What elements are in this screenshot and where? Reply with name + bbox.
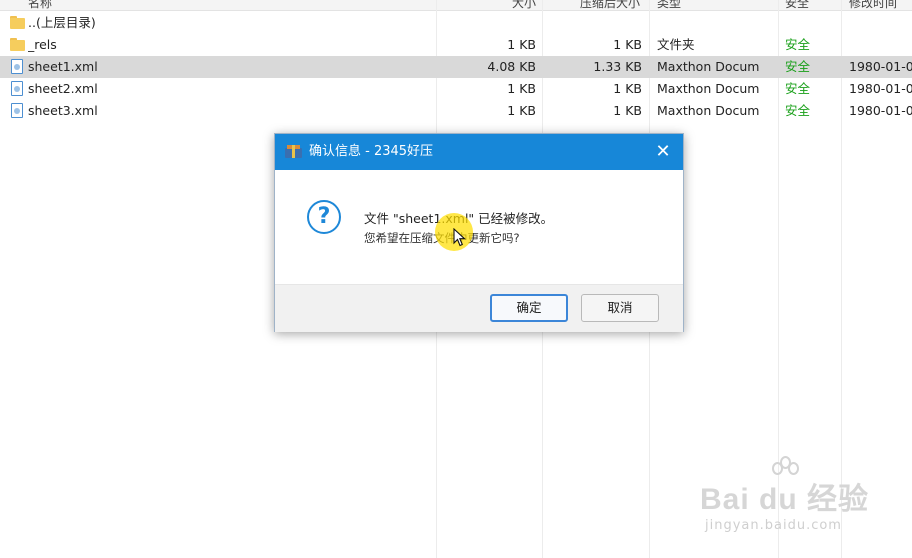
baidu-jingyan-watermark: Bai du 经验 jingyan.baidu.com xyxy=(700,452,870,544)
file-compressed-size: 1 KB xyxy=(613,81,642,96)
file-type: Maxthon Docum xyxy=(657,81,760,96)
ok-button[interactable]: 确定 xyxy=(490,294,568,322)
file-name: sheet2.xml xyxy=(28,81,98,96)
file-security: 安全 xyxy=(785,59,811,74)
column-header-size[interactable]: 大小 xyxy=(512,0,536,10)
file-name: sheet3.xml xyxy=(28,103,98,118)
file-type: 文件夹 xyxy=(657,37,695,52)
xml-file-icon xyxy=(11,81,23,96)
column-header-name[interactable]: 名称 xyxy=(28,0,52,10)
file-name: sheet1.xml xyxy=(28,59,98,74)
file-name: ..(上层目录) xyxy=(28,15,96,30)
file-security: 安全 xyxy=(785,81,811,96)
confirm-dialog: 确认信息 - 2345好压 ✕ ? 文件 "sheet1.xml" 已经被修改。… xyxy=(274,133,684,332)
file-row-parent[interactable]: ..(上层目录) xyxy=(0,12,912,34)
close-icon[interactable]: ✕ xyxy=(653,142,673,162)
file-compressed-size: 1 KB xyxy=(613,103,642,118)
archive-app-icon xyxy=(285,145,302,158)
file-compressed-size: 1.33 KB xyxy=(593,59,642,74)
mouse-pointer-icon xyxy=(453,228,466,247)
file-compressed-size: 1 KB xyxy=(613,37,642,52)
cancel-button[interactable]: 取消 xyxy=(581,294,659,322)
column-header-compressed[interactable]: 压缩后大小 xyxy=(580,0,640,10)
question-icon: ? xyxy=(307,200,341,234)
dialog-body: ? 文件 "sheet1.xml" 已经被修改。 您希望在压缩文件中更新它吗? xyxy=(275,170,683,284)
file-modified: 1980-01-0 xyxy=(849,59,912,74)
file-size: 1 KB xyxy=(507,81,536,96)
file-modified: 1980-01-0 xyxy=(849,81,912,96)
file-row-sheet2[interactable]: sheet2.xml 1 KB 1 KB Maxthon Docum 安全 19… xyxy=(0,78,912,100)
column-header-row: 名称 大小 压缩后大小 类型 安全 修改时间 xyxy=(0,0,912,11)
folder-icon xyxy=(10,16,25,29)
dialog-title: 确认信息 - 2345好压 xyxy=(309,144,434,159)
file-security: 安全 xyxy=(785,103,811,118)
watermark-title: Bai du 经验 xyxy=(700,483,870,516)
file-modified: 1980-01-0 xyxy=(849,103,912,118)
folder-icon xyxy=(10,38,25,51)
file-size: 1 KB xyxy=(507,103,536,118)
file-security: 安全 xyxy=(785,37,811,52)
column-header-security[interactable]: 安全 xyxy=(785,0,809,10)
file-type: Maxthon Docum xyxy=(657,103,760,118)
dialog-title-bar[interactable]: 确认信息 - 2345好压 ✕ xyxy=(275,134,683,170)
column-header-modified[interactable]: 修改时间 xyxy=(849,0,897,10)
xml-file-icon xyxy=(11,103,23,118)
file-name: _rels xyxy=(28,37,57,52)
watermark-url: jingyan.baidu.com xyxy=(705,518,842,533)
file-row-sheet3[interactable]: sheet3.xml 1 KB 1 KB Maxthon Docum 安全 19… xyxy=(0,100,912,122)
file-row-sheet1[interactable]: sheet1.xml 4.08 KB 1.33 KB Maxthon Docum… xyxy=(0,56,912,78)
file-size: 4.08 KB xyxy=(487,59,536,74)
xml-file-icon xyxy=(11,59,23,74)
dialog-footer: 确定 取消 xyxy=(275,284,683,332)
file-size: 1 KB xyxy=(507,37,536,52)
file-type: Maxthon Docum xyxy=(657,59,760,74)
file-row-rels[interactable]: _rels 1 KB 1 KB 文件夹 安全 xyxy=(0,34,912,56)
column-header-type[interactable]: 类型 xyxy=(657,0,681,10)
